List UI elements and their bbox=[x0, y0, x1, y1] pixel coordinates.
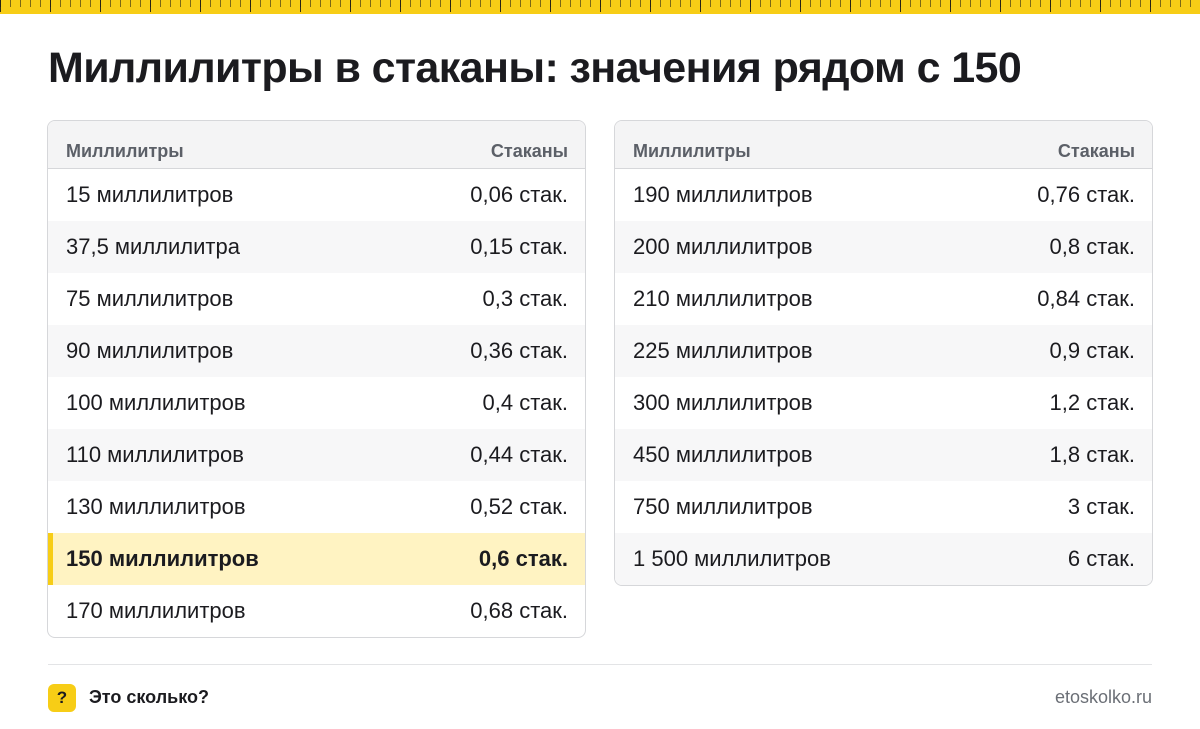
page-title: Миллилитры в стаканы: значения рядом с 1… bbox=[48, 44, 1022, 92]
table-row: 210 миллилитров 0,84 стак. bbox=[615, 273, 1152, 325]
cell-cups: 0,68 стак. bbox=[470, 598, 568, 623]
cell-milliliters: 150 миллилитров bbox=[66, 546, 259, 571]
header-milliliters: Миллилитры bbox=[633, 141, 751, 161]
cell-cups: 0,36 стак. bbox=[470, 338, 568, 363]
cell-cups: 0,8 стак. bbox=[1049, 234, 1136, 259]
table-row: 170 миллилитров 0,68 стак. bbox=[48, 585, 585, 637]
table-row: 300 миллилитров 1,2 стак. bbox=[615, 377, 1152, 429]
cell-cups: 0,15 стак. bbox=[470, 234, 568, 259]
header-milliliters: Миллилитры bbox=[66, 141, 184, 161]
cell-cups: 1,8 стак. bbox=[1049, 442, 1136, 467]
cell-cups: 0,44 стак. bbox=[470, 442, 568, 467]
cell-milliliters: 190 миллилитров bbox=[633, 182, 813, 207]
cell-milliliters: 225 миллилитров bbox=[633, 338, 813, 363]
cell-cups: 0,84 стак. bbox=[1037, 286, 1135, 311]
header-cups: Стаканы bbox=[490, 141, 568, 161]
cell-milliliters: 15 миллилитров bbox=[66, 182, 234, 207]
conversion-table-left: Миллилитры Стаканы 15 миллилитров 0,06 с… bbox=[47, 120, 586, 638]
table-row: 15 миллилитров 0,06 стак. bbox=[48, 169, 585, 221]
cell-milliliters: 170 миллилитров bbox=[66, 598, 246, 623]
brand-name: Это сколько? bbox=[89, 687, 209, 707]
table-row: 110 миллилитров 0,44 стак. bbox=[48, 429, 585, 481]
cell-cups: 0,4 стак. bbox=[482, 390, 569, 415]
cell-milliliters: 200 миллилитров bbox=[633, 234, 813, 259]
table-header: Миллилитры Стаканы bbox=[615, 121, 1152, 169]
cell-milliliters: 110 миллилитров bbox=[66, 442, 244, 467]
cell-milliliters: 210 миллилитров bbox=[633, 286, 813, 311]
cell-cups: 0,76 стак. bbox=[1037, 182, 1135, 207]
conversion-table-right: Миллилитры Стаканы 190 миллилитров 0,76 … bbox=[614, 120, 1153, 586]
ruler-strip bbox=[0, 0, 1200, 14]
table-row: 1 500 миллилитров 6 стак. bbox=[615, 533, 1152, 585]
cell-cups: 0,3 стак. bbox=[482, 286, 569, 311]
table-row-highlighted: 150 миллилитров 0,6 стак. bbox=[48, 533, 585, 585]
cell-cups: 0,9 стак. bbox=[1049, 338, 1136, 363]
table-row: 225 миллилитров 0,9 стак. bbox=[615, 325, 1152, 377]
cell-milliliters: 37,5 миллилитра bbox=[66, 234, 240, 259]
table-row: 750 миллилитров 3 стак. bbox=[615, 481, 1152, 533]
cell-milliliters: 90 миллилитров bbox=[66, 338, 234, 363]
table-row: 75 миллилитров 0,3 стак. bbox=[48, 273, 585, 325]
table-row: 37,5 миллилитра 0,15 стак. bbox=[48, 221, 585, 273]
table-row: 450 миллилитров 1,8 стак. bbox=[615, 429, 1152, 481]
table-row: 90 миллилитров 0,36 стак. bbox=[48, 325, 585, 377]
cell-milliliters: 1 500 миллилитров bbox=[633, 546, 831, 571]
question-mark-icon: ? bbox=[48, 684, 76, 712]
cell-cups: 6 стак. bbox=[1067, 546, 1135, 571]
table-row: 130 миллилитров 0,52 стак. bbox=[48, 481, 585, 533]
cell-milliliters: 75 миллилитров bbox=[66, 286, 234, 311]
header-cups: Стаканы bbox=[1057, 141, 1135, 161]
table-row: 190 миллилитров 0,76 стак. bbox=[615, 169, 1152, 221]
table-row: 100 миллилитров 0,4 стак. bbox=[48, 377, 585, 429]
cell-milliliters: 450 миллилитров bbox=[633, 442, 813, 467]
cell-milliliters: 300 миллилитров bbox=[633, 390, 813, 415]
table-row: 200 миллилитров 0,8 стак. bbox=[615, 221, 1152, 273]
cell-cups: 1,2 стак. bbox=[1049, 390, 1136, 415]
cell-milliliters: 100 миллилитров bbox=[66, 390, 246, 415]
cell-cups: 0,06 стак. bbox=[470, 182, 568, 207]
cell-milliliters: 750 миллилитров bbox=[633, 494, 813, 519]
cell-cups: 0,6 стак. bbox=[478, 546, 568, 571]
cell-cups: 0,52 стак. bbox=[470, 494, 568, 519]
site-link[interactable]: etoskolko.ru bbox=[1055, 687, 1152, 708]
cell-milliliters: 130 миллилитров bbox=[66, 494, 246, 519]
footer-divider bbox=[48, 664, 1152, 665]
cell-cups: 3 стак. bbox=[1067, 494, 1135, 519]
table-header: Миллилитры Стаканы bbox=[48, 121, 585, 169]
